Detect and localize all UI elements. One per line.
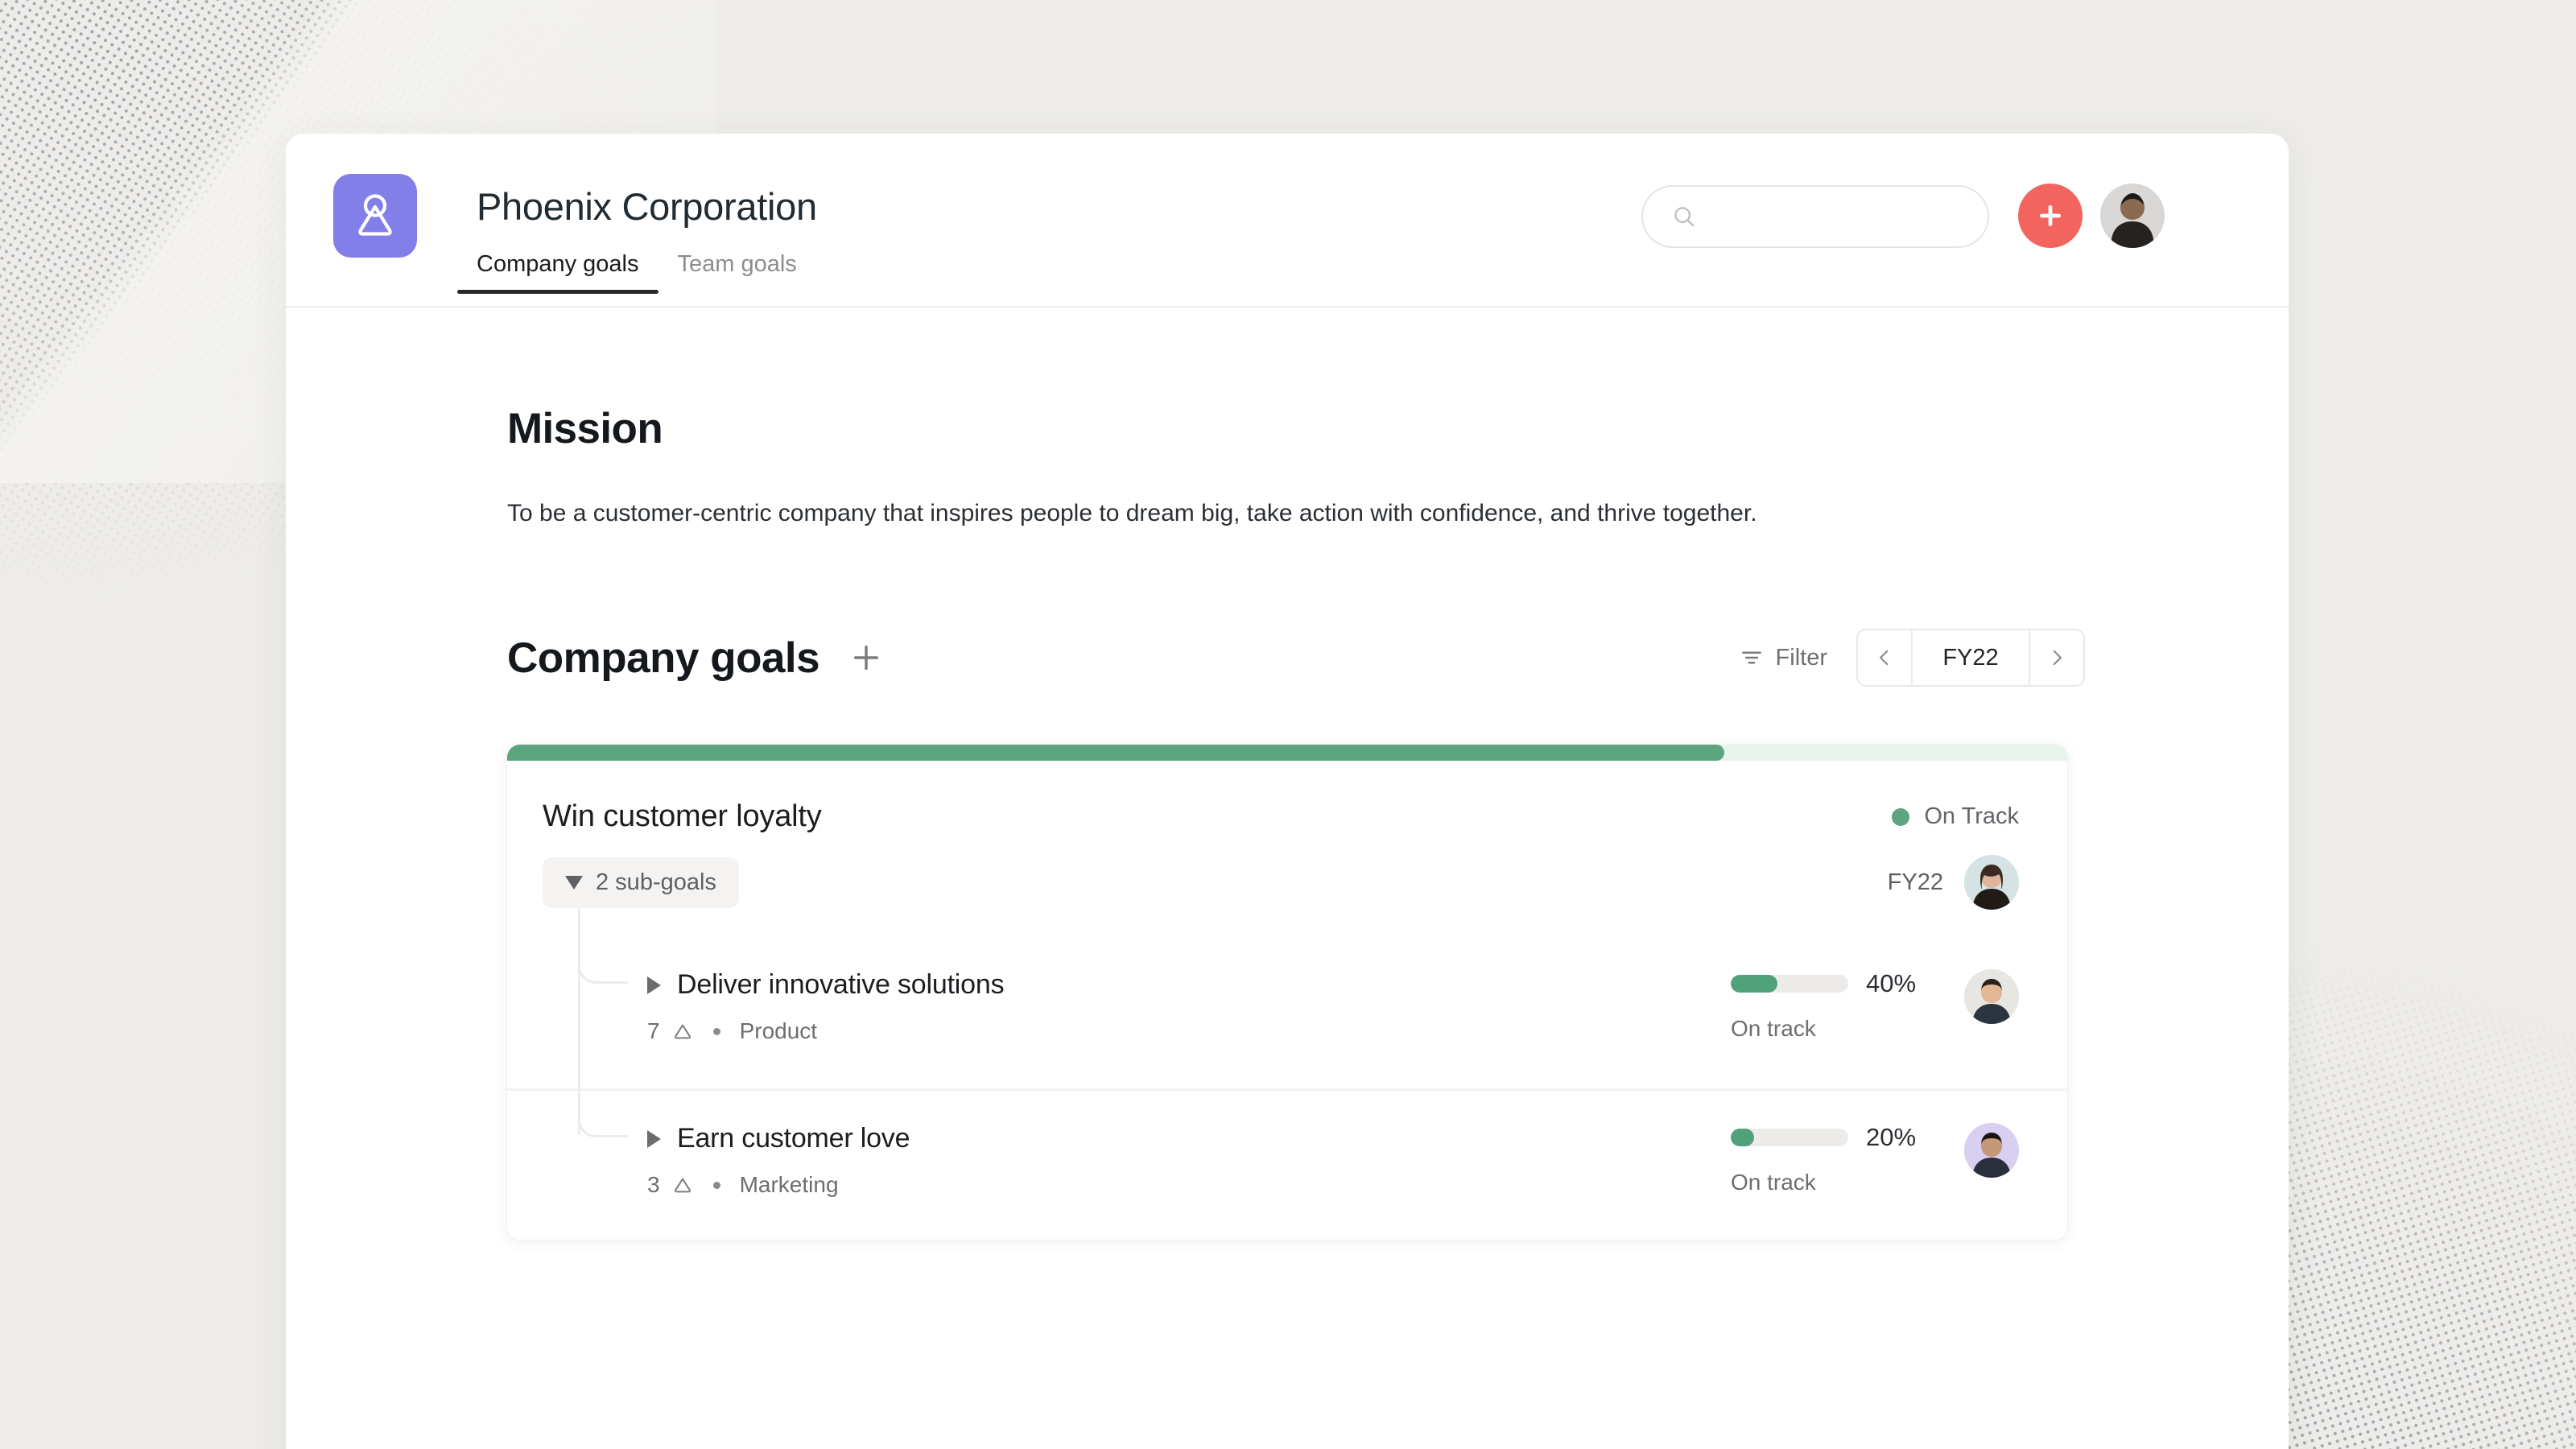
subgoal-row[interactable]: Earn customer love 3 Marketing 20% On tr… <box>507 1088 2067 1240</box>
period-value[interactable]: FY22 <box>1911 630 2030 686</box>
subgoal-status-label: On track <box>1731 1170 1816 1195</box>
subgoal-owner-avatar-image <box>1964 969 2019 1025</box>
app-window: Phoenix Corporation Company goals Team g… <box>286 134 2289 1449</box>
subgoal-owner-avatar-image <box>1964 1123 2019 1179</box>
subgoal-owner-avatar[interactable] <box>1964 969 2019 1025</box>
subgoal-tree-elbow <box>578 937 628 985</box>
subgoal-right: 40% On track <box>1731 968 2019 1042</box>
subgoal-milestone-count: 3 <box>647 1172 660 1198</box>
goal-title[interactable]: Win customer loyalty <box>543 799 822 834</box>
goal-subgoals-row: 2 sub-goals FY22 <box>507 834 2067 910</box>
tab-team-goals[interactable]: Team goals <box>658 246 816 294</box>
subgoal-progress-fill <box>1731 1129 1755 1147</box>
subgoal-progress-track <box>1731 1129 1848 1147</box>
subgoal-progress-line: 20% <box>1731 1123 1932 1152</box>
subgoal-title[interactable]: Deliver innovative solutions <box>677 969 1005 1001</box>
goal-owner-avatar[interactable] <box>1964 855 2019 910</box>
subgoal-team: Product <box>739 1018 818 1044</box>
subgoal-meta: 3 Marketing <box>647 1172 910 1198</box>
subgoal-main: Deliver innovative solutions 7 Product <box>647 968 1005 1044</box>
subgoal-title-row: Earn customer love <box>647 1123 910 1154</box>
main-tabs: Company goals Team goals <box>457 246 816 294</box>
subgoal-row[interactable]: Deliver innovative solutions 7 Product 4… <box>507 937 2067 1088</box>
create-button[interactable] <box>2018 184 2083 248</box>
subgoals-count-label: 2 sub-goals <box>596 869 716 895</box>
avatar[interactable] <box>2100 184 2165 248</box>
subgoal-progress-label: 40% <box>1866 969 1917 998</box>
filter-button[interactable]: Filter <box>1740 645 1827 671</box>
plus-icon <box>854 646 879 671</box>
subgoal-meta: 7 Product <box>647 1018 1004 1044</box>
goals-section-header: Company goals Filter FY22 <box>507 629 2085 687</box>
filter-icon <box>1741 651 1761 664</box>
subgoal-status-label: On track <box>1731 1016 1816 1042</box>
search-icon <box>1674 207 1695 227</box>
mission-heading: Mission <box>507 405 663 452</box>
mission-body: To be a customer-centric company that in… <box>507 500 1757 526</box>
goal-meta: FY22 <box>1888 855 2019 910</box>
subgoal-owner-avatar[interactable] <box>1964 1123 2019 1179</box>
top-bar: Phoenix Corporation Company goals Team g… <box>286 134 2289 308</box>
subgoal-progress-label: 20% <box>1866 1123 1917 1152</box>
search-input[interactable] <box>1707 204 1949 229</box>
goal-progress-fill <box>507 745 1724 762</box>
goals-heading: Company goals <box>507 634 820 682</box>
goals-header-controls: Filter FY22 <box>1740 629 2085 687</box>
goal-progress-track <box>507 745 2067 762</box>
add-goal-button[interactable] <box>848 640 884 675</box>
goal-card[interactable]: Win customer loyalty On Track 2 sub-goal… <box>507 745 2067 1241</box>
goal-triangle-icon <box>674 1024 691 1039</box>
meta-separator-dot <box>712 1027 720 1035</box>
subgoal-title[interactable]: Earn customer love <box>677 1123 910 1154</box>
search-box[interactable] <box>1641 185 1989 248</box>
plus-icon <box>2039 204 2062 227</box>
filter-label: Filter <box>1775 644 1827 671</box>
subgoal-right: 20% On track <box>1731 1121 2019 1195</box>
chevron-right-icon <box>2053 650 2062 666</box>
subgoal-tree-elbow <box>578 1091 628 1138</box>
subgoal-progress-track <box>1731 975 1848 993</box>
period-next-button[interactable] <box>2030 630 2083 685</box>
caret-right-icon[interactable] <box>647 1129 661 1148</box>
meta-separator-dot <box>712 1181 720 1189</box>
goal-triangle-icon <box>674 1178 691 1193</box>
tab-company-goals[interactable]: Company goals <box>457 246 658 294</box>
status-dot-icon <box>1892 807 1910 826</box>
status-label: On Track <box>1924 803 2019 830</box>
subgoal-milestone-count: 7 <box>647 1018 660 1044</box>
chevron-left-icon <box>1880 650 1889 666</box>
goal-period: FY22 <box>1887 869 1943 895</box>
org-logo[interactable] <box>333 174 417 258</box>
user-avatar-image <box>2100 184 2165 248</box>
subgoal-progress-line: 40% <box>1731 969 1932 998</box>
subgoal-progress-fill <box>1731 975 1778 993</box>
status-badge: On Track <box>1892 803 2019 830</box>
goal-owner-avatar-image <box>1964 855 2019 910</box>
caret-down-icon <box>565 875 583 890</box>
subgoal-list: Deliver innovative solutions 7 Product 4… <box>507 937 2067 1240</box>
main-content: Mission To be a customer-centric company… <box>286 404 2289 1241</box>
page-title: Phoenix Corporation <box>477 185 817 228</box>
subgoals-toggle[interactable]: 2 sub-goals <box>543 857 739 908</box>
subgoal-progress-block: 20% On track <box>1731 1123 1932 1195</box>
period-prev-button[interactable] <box>1858 630 1911 685</box>
period-selector: FY22 <box>1856 629 2085 687</box>
phoenix-mark-icon <box>358 194 392 236</box>
goal-card-header: Win customer loyalty On Track <box>507 761 2067 834</box>
subgoal-main: Earn customer love 3 Marketing <box>647 1121 910 1198</box>
subgoal-title-row: Deliver innovative solutions <box>647 969 1005 1001</box>
subgoal-progress-block: 40% On track <box>1731 969 1932 1042</box>
subgoal-team: Marketing <box>739 1172 839 1198</box>
caret-right-icon[interactable] <box>647 976 661 994</box>
